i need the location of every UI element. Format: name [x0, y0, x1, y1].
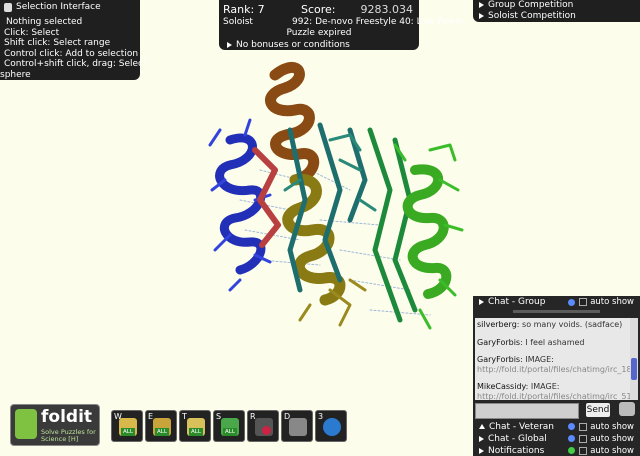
move-tool-button[interactable]: 3 — [315, 410, 347, 442]
expand-arrow-icon — [479, 435, 484, 442]
chat-global-row[interactable]: Chat - Global auto show — [473, 433, 640, 444]
shake-all-button[interactable]: S ALL — [213, 410, 245, 442]
chat-text: : IMAGE: — [525, 382, 560, 391]
chat-message: GaryForbis: I feel ashamed — [477, 338, 628, 348]
chat-user[interactable]: GaryForbis — [477, 355, 520, 364]
auto-show-checkbox[interactable] — [579, 446, 588, 455]
chat-user[interactable]: GaryForbis — [477, 338, 520, 347]
selection-interface-panel: Selection Interface Nothing selected Cli… — [0, 0, 147, 80]
wiggle-sidechains-button[interactable]: E ALL — [145, 410, 177, 442]
bonuses-label: No bonuses or conditions — [236, 40, 350, 50]
logo-hotkey: [H] — [68, 435, 79, 443]
chat-messages: silverberg: so many voids. (sadface) Gar… — [475, 318, 630, 400]
chat-veteran-row[interactable]: Chat - Veteran auto show — [473, 421, 640, 432]
chat-global-label: Chat - Global — [488, 433, 547, 444]
auto-show-label: auto show — [590, 433, 634, 444]
logo-name: foldit — [41, 407, 93, 427]
chat-header[interactable]: Chat - Group auto show — [473, 296, 640, 308]
chat-settings-icon[interactable] — [619, 402, 635, 416]
stop-icon — [262, 426, 271, 435]
info-icon[interactable] — [568, 423, 576, 430]
wiggle-all-button[interactable]: W ALL — [111, 410, 143, 442]
chat-message: silverberg: so many voids. (sadface) — [477, 320, 628, 330]
soloist-competition-label: Soloist Competition — [488, 11, 576, 21]
puzzle-title: 992: De-novo Freestyle 40: Low Power — [292, 17, 465, 27]
rank-label: Rank: 7 — [223, 3, 265, 16]
notifications-row[interactable]: Notifications auto show — [473, 445, 640, 456]
hotkey-label: 3 — [318, 412, 324, 421]
all-badge: ALL — [223, 428, 237, 436]
expand-arrow-icon — [479, 12, 484, 19]
chat-scrollbar[interactable] — [630, 318, 638, 400]
resize-handle[interactable] — [513, 310, 600, 313]
mode-label: Soloist — [223, 17, 253, 27]
selection-hint: Shift click: Select range — [4, 38, 111, 48]
helix-blue — [215, 133, 266, 275]
auto-show-label: auto show — [590, 445, 634, 456]
chat-message: GaryForbis: IMAGE: http://fold.it/portal/… — [477, 355, 630, 374]
chat-text: : IMAGE: — [520, 355, 554, 364]
expand-arrow-icon — [479, 298, 484, 305]
foldit-logo[interactable]: foldit Solve Puzzles for Science [H] — [10, 404, 100, 446]
ribbon-icon — [15, 409, 37, 439]
chat-text: : so many voids. (sadface) — [516, 320, 623, 329]
pull-tool-button[interactable]: D — [281, 410, 313, 442]
expand-arrow-icon — [227, 41, 232, 48]
notifications-label: Notifications — [488, 445, 545, 456]
chat-link[interactable]: http://fold.it/portal/files/chatimg/irc_… — [477, 365, 630, 374]
expand-arrow-icon — [479, 1, 484, 8]
chat-text: : I feel ashamed — [520, 337, 585, 347]
info-icon[interactable] — [568, 435, 576, 442]
chat-message: MikeCassidy: IMAGE: http://fold.it/portal… — [477, 382, 630, 401]
selection-hint: Control click: Add to selection — [4, 48, 139, 59]
auto-show-checkbox[interactable] — [579, 298, 588, 306]
info-icon[interactable] — [568, 298, 576, 306]
chat-input[interactable] — [475, 403, 579, 419]
send-button[interactable]: Send — [586, 403, 610, 417]
expand-arrow-icon — [479, 447, 484, 454]
status-icon[interactable] — [568, 447, 576, 454]
selection-header[interactable]: Selection Interface — [0, 0, 140, 14]
helix-brown — [265, 61, 320, 186]
scrollbar-thumb[interactable] — [631, 358, 637, 380]
score-label: Score: — [301, 3, 336, 16]
auto-show-label: auto show — [590, 297, 634, 307]
group-competition-toggle[interactable]: Group Competition — [473, 0, 640, 11]
all-badge: ALL — [121, 428, 135, 436]
rebuild-button[interactable]: R — [247, 410, 279, 442]
group-competition-label: Group Competition — [488, 0, 574, 10]
collapse-arrow-icon — [479, 424, 485, 429]
tweak-all-button[interactable]: T ALL — [179, 410, 211, 442]
logo-tagline: Solve Puzzles for Science [H] — [41, 429, 99, 443]
auto-show-checkbox[interactable] — [579, 422, 588, 431]
all-badge: ALL — [155, 428, 169, 436]
protein-viewport[interactable] — [200, 50, 470, 340]
all-badge: ALL — [189, 428, 203, 436]
bonuses-toggle[interactable]: No bonuses or conditions — [227, 40, 350, 50]
microphone-icon — [289, 418, 307, 436]
selection-status: Nothing selected — [6, 17, 83, 27]
helix-green — [402, 164, 452, 299]
auto-show-label: auto show — [590, 421, 634, 432]
selection-title: Selection Interface — [16, 2, 101, 12]
chat-link[interactable]: http://fold.it/portal/files/chatimg/irc_… — [477, 392, 630, 401]
move-arrows-icon — [323, 418, 341, 436]
chat-panel: Chat - Group auto show silverberg: so ma… — [473, 296, 640, 456]
puzzle-status: Puzzle expired — [286, 28, 352, 38]
soloist-competition-toggle[interactable]: Soloist Competition — [473, 11, 640, 22]
auto-show-checkbox[interactable] — [579, 434, 588, 443]
score-value: 9283.034 — [360, 3, 414, 16]
score-panel: Rank: 7 Score: 9283.034 Soloist 992: De-… — [219, 0, 464, 50]
competition-panel: Group Competition Soloist Competition — [473, 0, 640, 22]
selection-hint: Click: Select — [4, 27, 60, 38]
chat-user[interactable]: MikeCassidy — [477, 382, 526, 391]
chat-user[interactable]: silverberg — [477, 320, 517, 329]
chat-group-label: Chat - Group — [488, 297, 546, 307]
selection-hint: Control+shift click, drag: Select — [4, 59, 147, 69]
selection-hint: sphere — [0, 69, 31, 80]
chat-veteran-label: Chat - Veteran — [489, 421, 554, 432]
lock-icon[interactable] — [4, 2, 12, 12]
